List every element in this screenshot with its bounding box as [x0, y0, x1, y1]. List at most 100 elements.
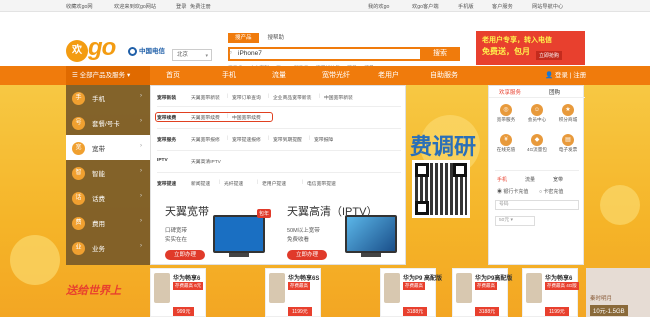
- product-name: 华为P9 高配版: [403, 276, 443, 282]
- divider: [157, 106, 401, 107]
- nav-data[interactable]: 流量: [272, 66, 286, 85]
- tab-phone-recharge[interactable]: 手机: [497, 176, 507, 183]
- flyout-row-heading: IPTV: [157, 158, 168, 163]
- phone-number-field[interactable]: 号码: [495, 200, 579, 210]
- promo-broadband[interactable]: 天翼宽带 口碑宽带 实实在在 立即办理 包年: [165, 203, 285, 263]
- promo-slogan: 送给世界上: [66, 285, 121, 297]
- search-icon: ⌕: [229, 50, 233, 56]
- product-tag: 存费最高 6元: [173, 282, 204, 290]
- ad-line1: 老用户专享，转入电信: [482, 37, 552, 44]
- service-link[interactable]: 客户服务: [492, 3, 513, 10]
- category-phone[interactable]: 手手机 ›: [66, 85, 150, 110]
- flyout-link[interactable]: 天翼宽带续费: [191, 114, 220, 121]
- tab-search-products[interactable]: 搜产品: [228, 33, 259, 43]
- online-recharge-icon: ¥: [500, 134, 512, 146]
- chevron-down-icon: ▾: [205, 53, 208, 59]
- tab-services[interactable]: 欢享服务: [499, 88, 521, 96]
- banner-decor: [600, 185, 640, 225]
- divider: [157, 128, 401, 129]
- product-card[interactable]: 华为畅享6 存费最高 6元 999元: [150, 268, 206, 317]
- product-card[interactable]: 华为畅享6S 存费最高 1199元: [265, 268, 321, 317]
- broadband-service-icon[interactable]: ◎ 宽带服务: [491, 104, 521, 123]
- flyout-link[interactable]: 宽带到期提醒: [273, 136, 302, 143]
- points-mall-icon[interactable]: ★ 积分商城: [553, 104, 583, 123]
- banner-decor: [10, 235, 60, 285]
- nav-login[interactable]: 👤 登录 | 注册: [545, 66, 586, 85]
- flyout-link[interactable]: 天翼高清IPTV: [191, 158, 221, 165]
- flyout-link[interactable]: 宽带提速报修: [232, 136, 261, 143]
- mobile-link[interactable]: 手机版: [458, 3, 474, 10]
- promo-apply-button[interactable]: 立即办理: [165, 250, 205, 260]
- nav-phone[interactable]: 手机: [222, 66, 236, 85]
- city-select[interactable]: 北京 ▾: [172, 49, 212, 61]
- tab-search-help[interactable]: 搜帮助: [261, 33, 292, 43]
- product-row: 华为畅享6 存费最高 6元 999元 华为畅享6S 存费最高 1199元 华为P…: [150, 268, 580, 317]
- bill-icon: 费: [72, 217, 85, 230]
- radio-card-pin[interactable]: ○ 卡密充值: [539, 188, 563, 195]
- invoice-icon[interactable]: ▤ 电子发票: [553, 134, 583, 153]
- flyout-row-heading: 宽带新装: [157, 96, 177, 101]
- all-products-button[interactable]: ☰ 全部产品及服务 ▾: [66, 66, 150, 85]
- register-link[interactable]: 免费注册: [190, 3, 211, 10]
- flyout-link[interactable]: 宽带订单查询: [232, 94, 261, 101]
- flyout-link[interactable]: 中国宽带新装: [324, 94, 353, 101]
- phone-image: [456, 273, 472, 303]
- flyout-link[interactable]: 企业商品宽带新装: [273, 94, 311, 101]
- nav-broadband[interactable]: 宽带光纤: [322, 66, 350, 85]
- category-broadband[interactable]: 宽宽带 ›: [66, 135, 150, 160]
- sim-icon: 号: [72, 117, 85, 130]
- logo[interactable]: 欢 go: [66, 34, 124, 65]
- flyout-link[interactable]: 中国宽带续费: [232, 114, 261, 121]
- favorite-link[interactable]: 收藏欢go网: [66, 3, 93, 10]
- client-link[interactable]: 欢go客户端: [412, 3, 439, 10]
- category-service[interactable]: 业业务 ›: [66, 235, 150, 260]
- top-bar: 收藏欢go网 欢迎来到欢go网站 登录 免费注册 我的欢go 欢go客户端 手机…: [0, 0, 650, 12]
- product-card[interactable]: 华为畅享6 存费最高 4G版 1199元: [522, 268, 579, 317]
- site-nav-link[interactable]: 网站导航中心: [532, 3, 563, 10]
- nav-old-user[interactable]: 老用户: [378, 66, 399, 85]
- radio-label: 银行卡充值: [503, 189, 529, 195]
- tab-group-buy[interactable]: 团购: [549, 88, 560, 96]
- promo-apply-button[interactable]: 立即办理: [287, 250, 327, 260]
- header: 欢 go 中国电信 北京▾ 搜产品搜帮助 ⌕ iPhone7 搜索 天云卡 小人…: [0, 12, 650, 71]
- flyout-link[interactable]: 老用户提速: [262, 180, 286, 187]
- tab-data-recharge[interactable]: 流量: [525, 176, 535, 183]
- nav-self-service[interactable]: 自助服务: [430, 66, 458, 85]
- bottom-left-promo[interactable]: 送给世界上: [66, 270, 148, 317]
- radio-bank-card[interactable]: ◉ 银行卡充值: [497, 188, 528, 195]
- category-plans[interactable]: 号套餐/号卡 ›: [66, 110, 150, 135]
- login-link[interactable]: 登录: [176, 3, 186, 10]
- flyout-link[interactable]: 天翼宽带新装: [191, 94, 220, 101]
- game-ad[interactable]: 秦时明月 10元-1.5GB: [586, 268, 650, 317]
- flyout-link[interactable]: 光纤提速: [224, 180, 243, 187]
- tab-broadband-recharge[interactable]: 宽带: [553, 176, 563, 183]
- data-package-icon[interactable]: ◆ 4G流量包: [522, 134, 552, 153]
- search-input[interactable]: iPhone7: [238, 50, 262, 57]
- product-tag: 存费最高: [475, 282, 497, 290]
- category-recharge[interactable]: 话话费 ›: [66, 185, 150, 210]
- service-tabs: 欢享服务 团购: [489, 86, 585, 98]
- flyout-separator: |: [219, 180, 221, 185]
- header-ad[interactable]: 老用户专享，转入电信 免费送，包月 立即抢购: [476, 31, 585, 65]
- category-smart[interactable]: 智智能 ›: [66, 160, 150, 185]
- member-center-icon[interactable]: ☺ 会员中心: [522, 104, 552, 123]
- broadband-icon: 宽: [72, 142, 85, 155]
- promo-iptv[interactable]: 天翼高清（IPTV） 50M以上宽带 免费收看 立即办理: [287, 203, 405, 263]
- amount-select[interactable]: 50元 ▾: [495, 216, 535, 226]
- ad-cta[interactable]: 立即抢购: [536, 51, 563, 60]
- flyout-link[interactable]: 宽带报障: [314, 136, 333, 143]
- flyout-separator: |: [268, 136, 270, 141]
- flyout-link[interactable]: 天翼宽带报修: [191, 136, 220, 143]
- product-card[interactable]: 华为P9 高配版 存费最高 3188元: [380, 268, 442, 317]
- nav-home[interactable]: 首页: [166, 66, 180, 85]
- flyout-link[interactable]: 新闻提速: [191, 180, 210, 187]
- qr-corner: [415, 163, 429, 177]
- product-card[interactable]: 华为P9高配版 存费最高 3188元: [452, 268, 512, 317]
- amount-value: 50元: [499, 218, 510, 223]
- welcome-text: 欢迎来到欢go网站: [114, 4, 157, 10]
- category-bill[interactable]: 费费用 ›: [66, 210, 150, 235]
- my-hgo-link[interactable]: 我的欢go: [368, 3, 389, 10]
- online-recharge-icon[interactable]: ¥ 在线充值: [491, 134, 521, 153]
- search-button[interactable]: 搜索: [420, 47, 460, 61]
- flyout-link[interactable]: 电信宽带提速: [307, 180, 336, 187]
